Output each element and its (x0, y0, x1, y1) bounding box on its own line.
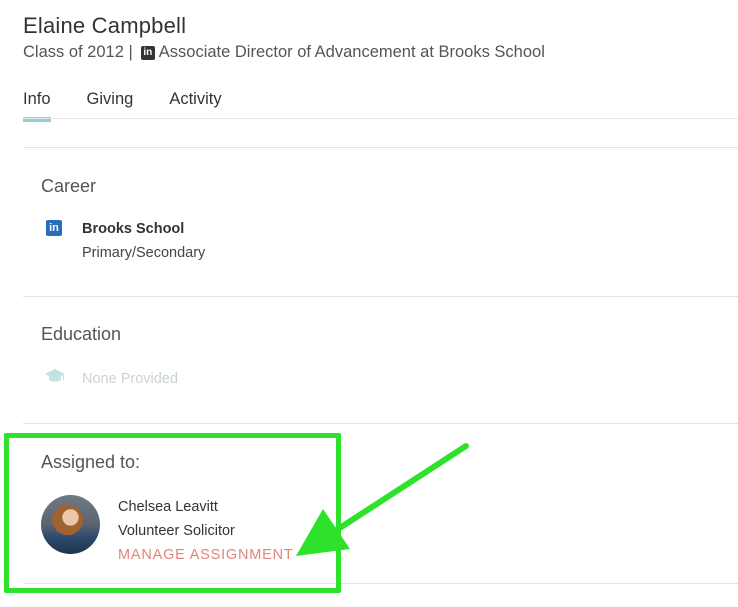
career-organization: Brooks School (82, 221, 185, 237)
education-value: None Provided (82, 371, 178, 387)
profile-subtitle: Class of 2012 | in Associate Director of… (23, 43, 545, 62)
divider (23, 296, 738, 297)
tab-divider (23, 118, 738, 119)
career-title: Career (41, 176, 97, 196)
class-year: Class of 2012 | (23, 43, 133, 61)
divider (23, 423, 738, 424)
career-type: Primary/Secondary (82, 245, 206, 261)
education-title: Education (41, 324, 122, 344)
linkedin-icon: in (140, 45, 155, 60)
graduation-cap-icon (45, 369, 65, 382)
annotation-highlight-box (4, 433, 341, 593)
profile-headline: Associate Director of Advancement at Bro… (158, 43, 545, 61)
profile-name: Elaine Campbell (23, 13, 187, 38)
linkedin-icon: in (46, 220, 62, 236)
divider (23, 147, 738, 148)
